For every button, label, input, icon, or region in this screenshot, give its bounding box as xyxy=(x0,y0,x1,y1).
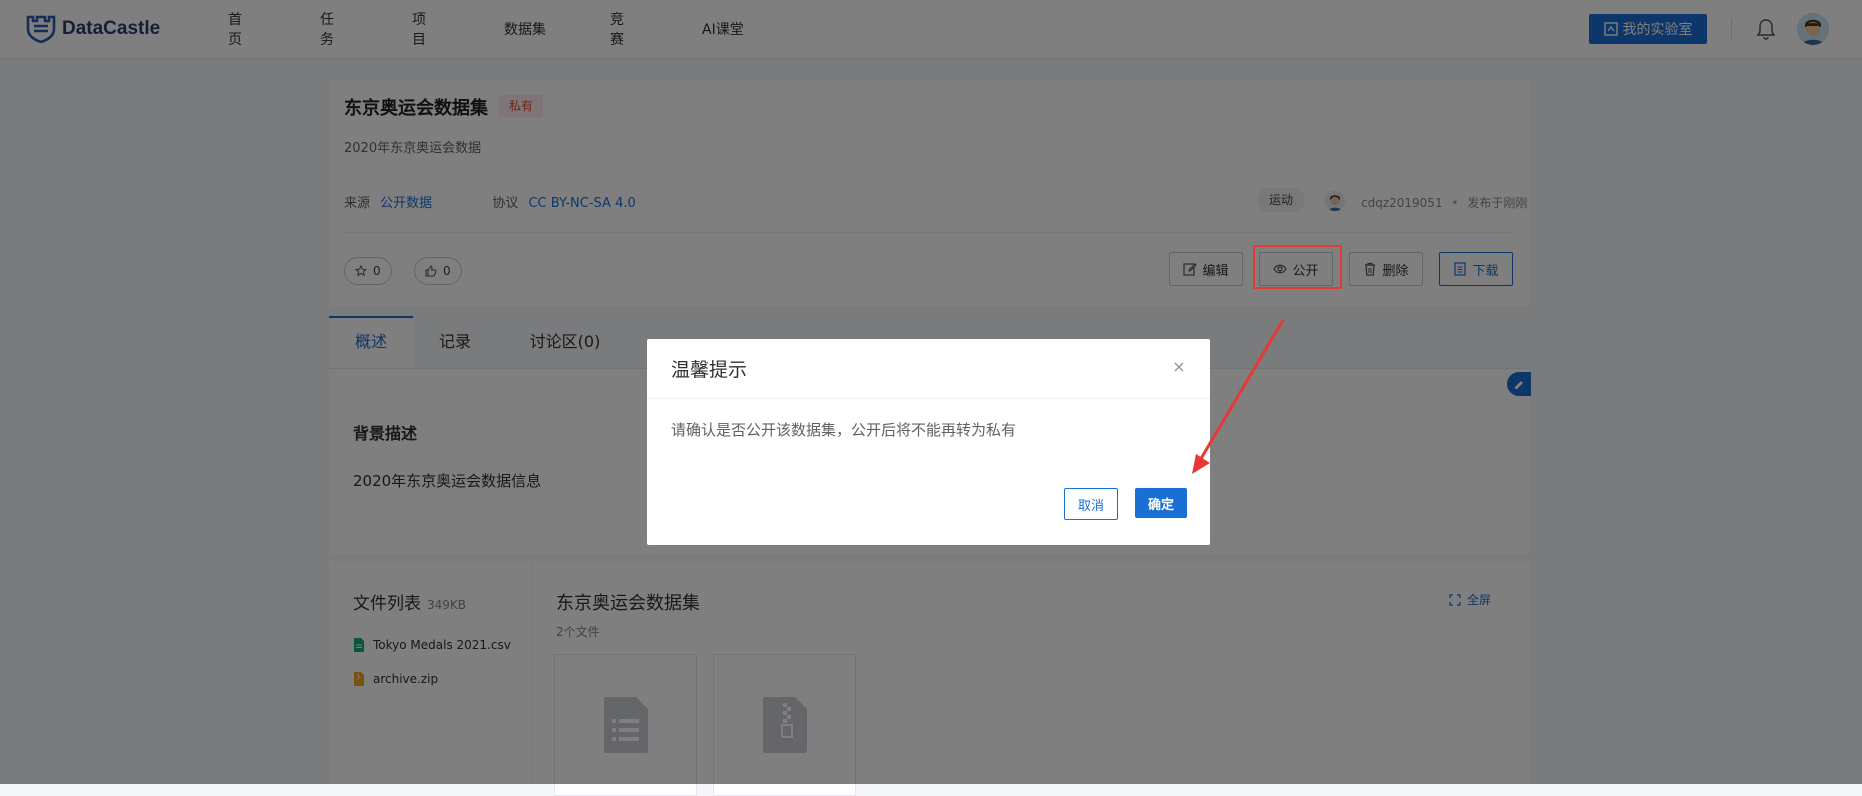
dialog-header: 温馨提示 xyxy=(647,339,1210,399)
close-icon[interactable] xyxy=(1169,357,1189,377)
cancel-button[interactable]: 取消 xyxy=(1064,488,1118,520)
dialog-title: 温馨提示 xyxy=(671,359,748,381)
highlight-box xyxy=(1253,245,1342,289)
dialog-message: 请确认是否公开该数据集，公开后将不能再转为私有 xyxy=(671,421,1017,439)
confirm-button[interactable]: 确定 xyxy=(1135,488,1187,518)
confirm-dialog: 温馨提示 请确认是否公开该数据集，公开后将不能再转为私有 取消 确定 xyxy=(647,339,1210,545)
